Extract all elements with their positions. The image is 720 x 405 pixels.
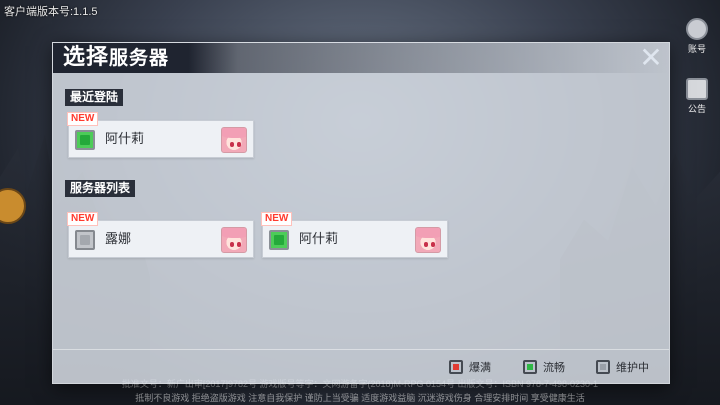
account-button[interactable]: 账号 (680, 18, 714, 55)
legend-smooth: 流畅 (523, 359, 565, 375)
legend-full: 爆满 (449, 359, 491, 375)
server-select-dialog: 选择服务器 ✕ 最近登陆 NEW 阿什莉 服务器列表 NEW 露娜 NEW 阿什… (52, 42, 670, 384)
dialog-title-big: 选择 (63, 45, 110, 70)
new-badge: NEW (67, 112, 99, 126)
client-version: 客户端版本号:1.1.5 (4, 6, 98, 18)
server-name: 阿什莉 (299, 232, 339, 247)
status-full-icon (449, 360, 463, 374)
server-card-ashley[interactable]: NEW 阿什莉 (261, 212, 448, 258)
close-button[interactable]: ✕ (639, 44, 663, 72)
footer-health-notice: 抵制不良游戏 拒绝盗版游戏 注意自我保护 谨防上当受骗 适度游戏益脑 沉迷游戏伤… (135, 393, 585, 403)
new-badge: NEW (67, 212, 99, 226)
character-avatar (221, 227, 247, 253)
server-card-luna[interactable]: NEW 露娜 (67, 212, 254, 258)
status-smooth-icon (523, 360, 537, 374)
character-avatar (221, 127, 247, 153)
account-label: 账号 (687, 44, 706, 54)
new-badge: NEW (261, 212, 293, 226)
account-icon (686, 18, 708, 40)
dialog-title-rest: 服务器 (109, 47, 170, 69)
legend-smooth-label: 流畅 (543, 361, 565, 374)
server-name: 阿什莉 (105, 132, 145, 147)
status-legend: 爆满 流畅 维护中 (53, 349, 669, 383)
status-smooth-icon (269, 230, 289, 250)
character-avatar (415, 227, 441, 253)
notice-label: 公告 (687, 104, 706, 114)
status-smooth-icon (75, 130, 95, 150)
server-list-label: 服务器列表 (65, 180, 136, 197)
legend-maintenance-label: 维护中 (616, 361, 649, 374)
notice-icon (686, 78, 708, 100)
server-name: 露娜 (105, 232, 132, 247)
recent-login-label: 最近登陆 (65, 89, 124, 106)
legend-maintenance: 维护中 (596, 359, 649, 375)
status-maintenance-icon (75, 230, 95, 250)
recent-server-card[interactable]: NEW 阿什莉 (67, 112, 254, 158)
legend-full-label: 爆满 (469, 361, 491, 374)
dialog-title: 选择服务器 (63, 43, 169, 73)
notice-button[interactable]: 公告 (680, 78, 714, 115)
status-maintenance-icon (596, 360, 610, 374)
